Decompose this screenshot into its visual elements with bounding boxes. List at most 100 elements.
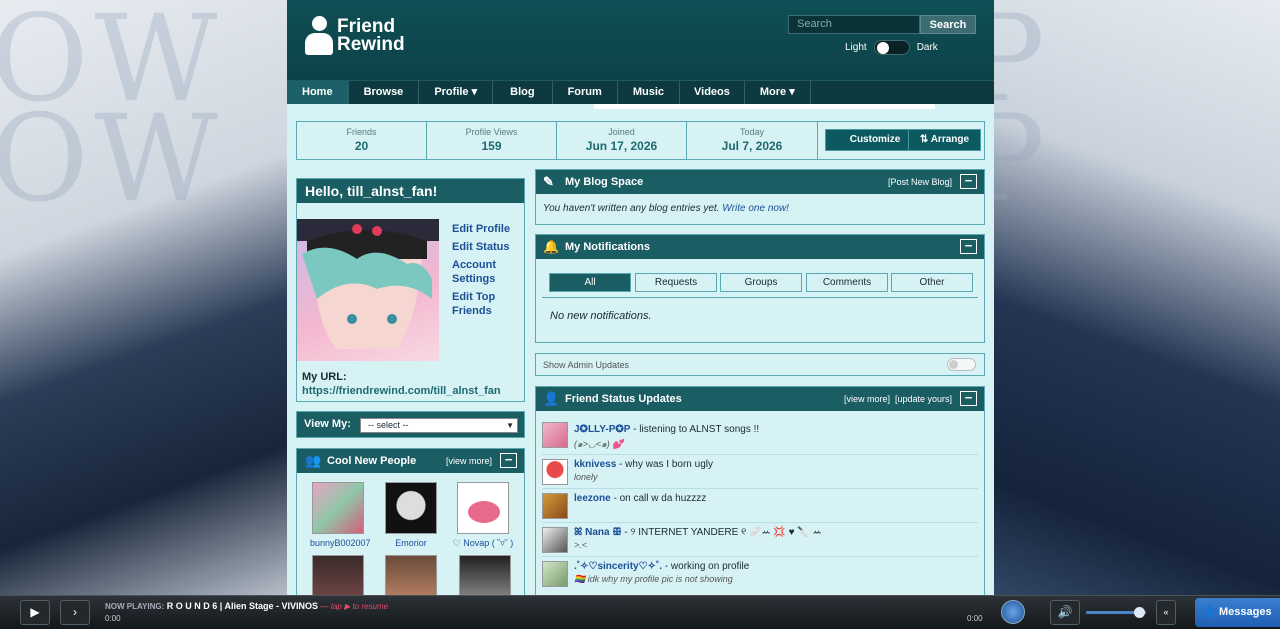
update-status-link[interactable]: [update yours]: [895, 387, 952, 411]
avatar[interactable]: [542, 493, 568, 519]
nav-blog[interactable]: Blog: [493, 81, 553, 104]
admin-updates-toggle[interactable]: [947, 358, 976, 371]
person-card[interactable]: [310, 555, 366, 595]
tab-other[interactable]: Other: [891, 273, 973, 292]
play-button[interactable]: ▶: [20, 600, 50, 625]
view-my-select[interactable]: -- select -- ▼: [360, 418, 518, 433]
tab-requests[interactable]: Requests: [635, 273, 717, 292]
status-mood: >.<: [574, 540, 588, 550]
nav-profile[interactable]: Profile ▾: [419, 81, 494, 104]
blog-empty-text: You haven't written any blog entries yet…: [543, 203, 720, 214]
tab-groups[interactable]: Groups: [720, 273, 802, 292]
status-user-link[interactable]: J✪LLY-P✪P: [574, 424, 630, 435]
collapse-blog-button[interactable]: −: [960, 174, 977, 189]
status-user-link[interactable]: ꕤ Nana ꕥ: [574, 527, 622, 538]
status-row: ꕤ Nana ꕥ - ୨ INTERNET YANDERE ୧ 🩹ꕀ 💢 ♥ 🔪…: [542, 523, 978, 557]
status-row: kknivess - why was I born ugly lonely: [542, 455, 978, 489]
chevron-right-icon: ›: [73, 605, 77, 619]
next-button[interactable]: ›: [60, 600, 90, 625]
arrange-button[interactable]: ⇅ Arrange: [908, 129, 981, 151]
avatar[interactable]: [542, 561, 568, 587]
profile-greeting: Hello, till_alnst_fan!: [297, 179, 524, 203]
collapse-notifications-button[interactable]: −: [960, 239, 977, 254]
theme-toggle[interactable]: [873, 40, 910, 55]
status-user-link[interactable]: .˚✧♡sincerity♡✧˚.: [574, 561, 662, 572]
nav-music[interactable]: Music: [618, 81, 680, 104]
status-user-link[interactable]: leezone: [574, 493, 611, 504]
elapsed-time: 0:00: [105, 614, 121, 623]
status-text: - working on profile: [664, 561, 750, 572]
nav-browse[interactable]: Browse: [349, 81, 420, 104]
nav-more[interactable]: More ▾: [745, 81, 811, 104]
blog-header: ✎ My Blog Space [Post New Blog] −: [536, 170, 984, 194]
edit-profile-link[interactable]: Edit Profile: [452, 222, 522, 236]
view-my-bar: View My: -- select -- ▼: [296, 411, 525, 438]
tab-all[interactable]: All: [549, 273, 631, 292]
blog-title: My Blog Space: [565, 176, 644, 188]
edit-top-friends-link[interactable]: Edit Top Friends: [452, 290, 522, 318]
background-lettering: PP: [994, 0, 1051, 229]
cool-new-people-title: Cool New People: [327, 455, 417, 467]
nav-forum[interactable]: Forum: [553, 81, 618, 104]
nav-home[interactable]: Home: [287, 81, 349, 104]
write-blog-link[interactable]: Write one now!: [722, 203, 789, 214]
nav-videos[interactable]: Videos: [680, 81, 745, 104]
status-mood: lonely: [574, 472, 598, 482]
track-title: R O U N D 6 | Alien Stage - VIVINOS: [166, 601, 318, 611]
theme-light-label: Light: [845, 42, 867, 53]
background-art-right: PP: [994, 0, 1280, 629]
total-time: 0:00: [967, 614, 983, 623]
person-logo-icon: [305, 16, 333, 56]
status-user-link[interactable]: kknivess: [574, 459, 616, 470]
stat-friends: Friends 20: [297, 122, 427, 159]
person-card[interactable]: Emorior: [383, 482, 439, 548]
person-card[interactable]: bunnyB002007: [310, 482, 371, 548]
notification-tabs: All Requests Groups Comments Other: [549, 273, 979, 293]
background-art-left: OW OW: [0, 0, 287, 629]
messages-label: Messages: [1219, 606, 1272, 618]
person-card[interactable]: [457, 555, 513, 595]
stat-profile-views: Profile Views 159: [427, 122, 557, 159]
cool-new-people-panel: 👥 Cool New People [view more] − bunnyB00…: [296, 448, 525, 595]
theme-switch: Light Dark: [845, 40, 938, 55]
theme-dark-label: Dark: [916, 42, 938, 53]
account-settings-link[interactable]: Account Settings: [452, 258, 522, 286]
edit-status-link[interactable]: Edit Status: [452, 240, 522, 254]
user-icon: 👤: [543, 391, 560, 406]
chevron-down-icon: ▼: [506, 421, 514, 430]
cool-people-view-more[interactable]: [view more]: [446, 449, 492, 473]
collapse-cool-people-button[interactable]: −: [500, 453, 517, 468]
tab-comments[interactable]: Comments: [806, 273, 888, 292]
speaker-icon: 🔊: [1057, 605, 1073, 619]
resume-hint: — tap ▶ to resume: [320, 602, 389, 611]
person-card[interactable]: ♡ Novap ( ˘▿˘ ): [449, 482, 517, 549]
profile-url-link[interactable]: https://friendrewind.com/till_alnst_fan: [302, 384, 501, 398]
profile-avatar[interactable]: [297, 219, 439, 361]
avatar[interactable]: [542, 422, 568, 448]
bell-icon: 🔔: [543, 239, 560, 254]
person-card[interactable]: [383, 555, 439, 595]
status-view-more-link[interactable]: [view more]: [844, 387, 890, 411]
messages-button[interactable]: 👤 Messages: [1195, 598, 1280, 627]
people-icon: 👥: [305, 453, 322, 468]
status-mood: 🏳️‍🌈 idk why my profile pic is not showi…: [574, 574, 733, 584]
view-my-selected: -- select --: [368, 420, 409, 430]
avatar[interactable]: [542, 527, 568, 553]
now-playing: NOW PLAYING: R O U N D 6 | Alien Stage -…: [105, 601, 388, 611]
main-content: Friend Rewind Search Search Light Dark Ho…: [287, 0, 994, 595]
volume-slider[interactable]: [1086, 607, 1146, 618]
admin-updates-bar: Show Admin Updates: [535, 353, 985, 376]
collapse-player-button[interactable]: «: [1156, 600, 1176, 625]
collapse-status-button[interactable]: −: [960, 391, 977, 406]
music-player: ▶ › NOW PLAYING: R O U N D 6 | Alien Sta…: [0, 595, 1280, 629]
user-icon: 👤: [1203, 606, 1217, 618]
site-logo[interactable]: Friend Rewind: [305, 16, 405, 56]
search-button[interactable]: Search: [920, 15, 976, 34]
search-input[interactable]: Search: [788, 15, 920, 34]
volume-button[interactable]: 🔊: [1050, 600, 1080, 625]
status-text: - why was I born ugly: [619, 459, 713, 470]
start-orb-icon[interactable]: [1001, 600, 1025, 624]
avatar[interactable]: [542, 459, 568, 485]
post-new-blog-link[interactable]: [Post New Blog]: [888, 170, 952, 194]
play-icon: ▶: [30, 605, 40, 619]
